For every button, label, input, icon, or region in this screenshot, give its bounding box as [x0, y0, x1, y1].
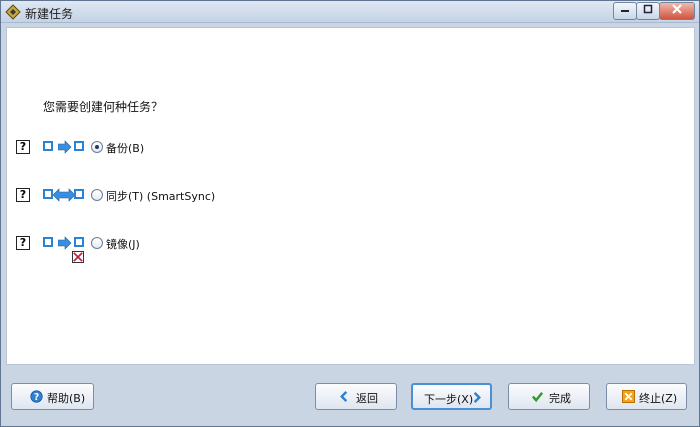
option-sync[interactable]: ? 同步(T) (SmartSync)	[7, 188, 407, 218]
abort-x-icon	[622, 390, 635, 403]
target-square-icon	[74, 237, 84, 247]
target-square-icon	[74, 141, 84, 151]
target-square-icon	[74, 189, 84, 199]
source-square-icon	[43, 189, 53, 199]
question-circle-icon: ?	[30, 390, 43, 403]
app-icon	[5, 4, 21, 20]
mirror-radio[interactable]	[91, 237, 103, 249]
back-button[interactable]: 返回	[315, 383, 397, 410]
delete-x-icon	[72, 251, 84, 263]
finish-button[interactable]: 完成	[508, 383, 590, 410]
chevron-right-icon	[473, 392, 481, 403]
next-button[interactable]: 下一步(X)	[411, 383, 492, 410]
help-icon[interactable]: ?	[16, 140, 30, 154]
next-button-label: 下一步(X)	[424, 393, 474, 406]
svg-text:?: ?	[34, 392, 39, 403]
mirror-label[interactable]: 镜像(J)	[106, 236, 140, 252]
source-square-icon	[43, 237, 53, 247]
maximize-icon	[643, 4, 653, 14]
back-button-label: 返回	[356, 392, 378, 405]
right-arrow-icon	[58, 236, 72, 250]
checkmark-icon	[531, 392, 544, 403]
chevron-left-icon	[340, 391, 348, 402]
help-icon[interactable]: ?	[16, 188, 30, 202]
backup-radio[interactable]	[91, 141, 103, 153]
close-icon	[672, 4, 682, 14]
sync-label[interactable]: 同步(T) (SmartSync)	[106, 188, 215, 204]
help-button-label: 帮助(B)	[47, 392, 86, 405]
minimize-button[interactable]	[613, 2, 637, 20]
close-button[interactable]	[659, 2, 695, 20]
help-icon[interactable]: ?	[16, 236, 30, 250]
sync-radio[interactable]	[91, 189, 103, 201]
backup-label[interactable]: 备份(B)	[106, 140, 144, 156]
wizard-content: 您需要创建何种任务？ ? 备份(B) ? 同步(T) (SmartSync) ?…	[6, 27, 695, 365]
maximize-button[interactable]	[636, 2, 660, 20]
abort-button-label: 终止(Z)	[639, 392, 678, 405]
right-arrow-icon	[58, 140, 72, 154]
window-title: 新建任务	[25, 7, 74, 21]
source-square-icon	[43, 141, 53, 151]
title-bar[interactable]: 新建任务	[1, 1, 699, 23]
new-task-window: 新建任务 您需要创建何种任务？ ? 备份(B) ? 同步(T) (SmartSy…	[0, 0, 700, 427]
option-backup[interactable]: ? 备份(B)	[7, 140, 407, 170]
finish-button-label: 完成	[549, 392, 571, 405]
double-arrow-icon	[53, 188, 75, 202]
task-question: 您需要创建何种任务？	[43, 100, 164, 114]
option-mirror[interactable]: ? 镜像(J)	[7, 236, 407, 276]
minimize-icon	[621, 10, 629, 12]
help-button[interactable]: ? 帮助(B)	[11, 383, 94, 410]
abort-button[interactable]: 终止(Z)	[606, 383, 687, 410]
